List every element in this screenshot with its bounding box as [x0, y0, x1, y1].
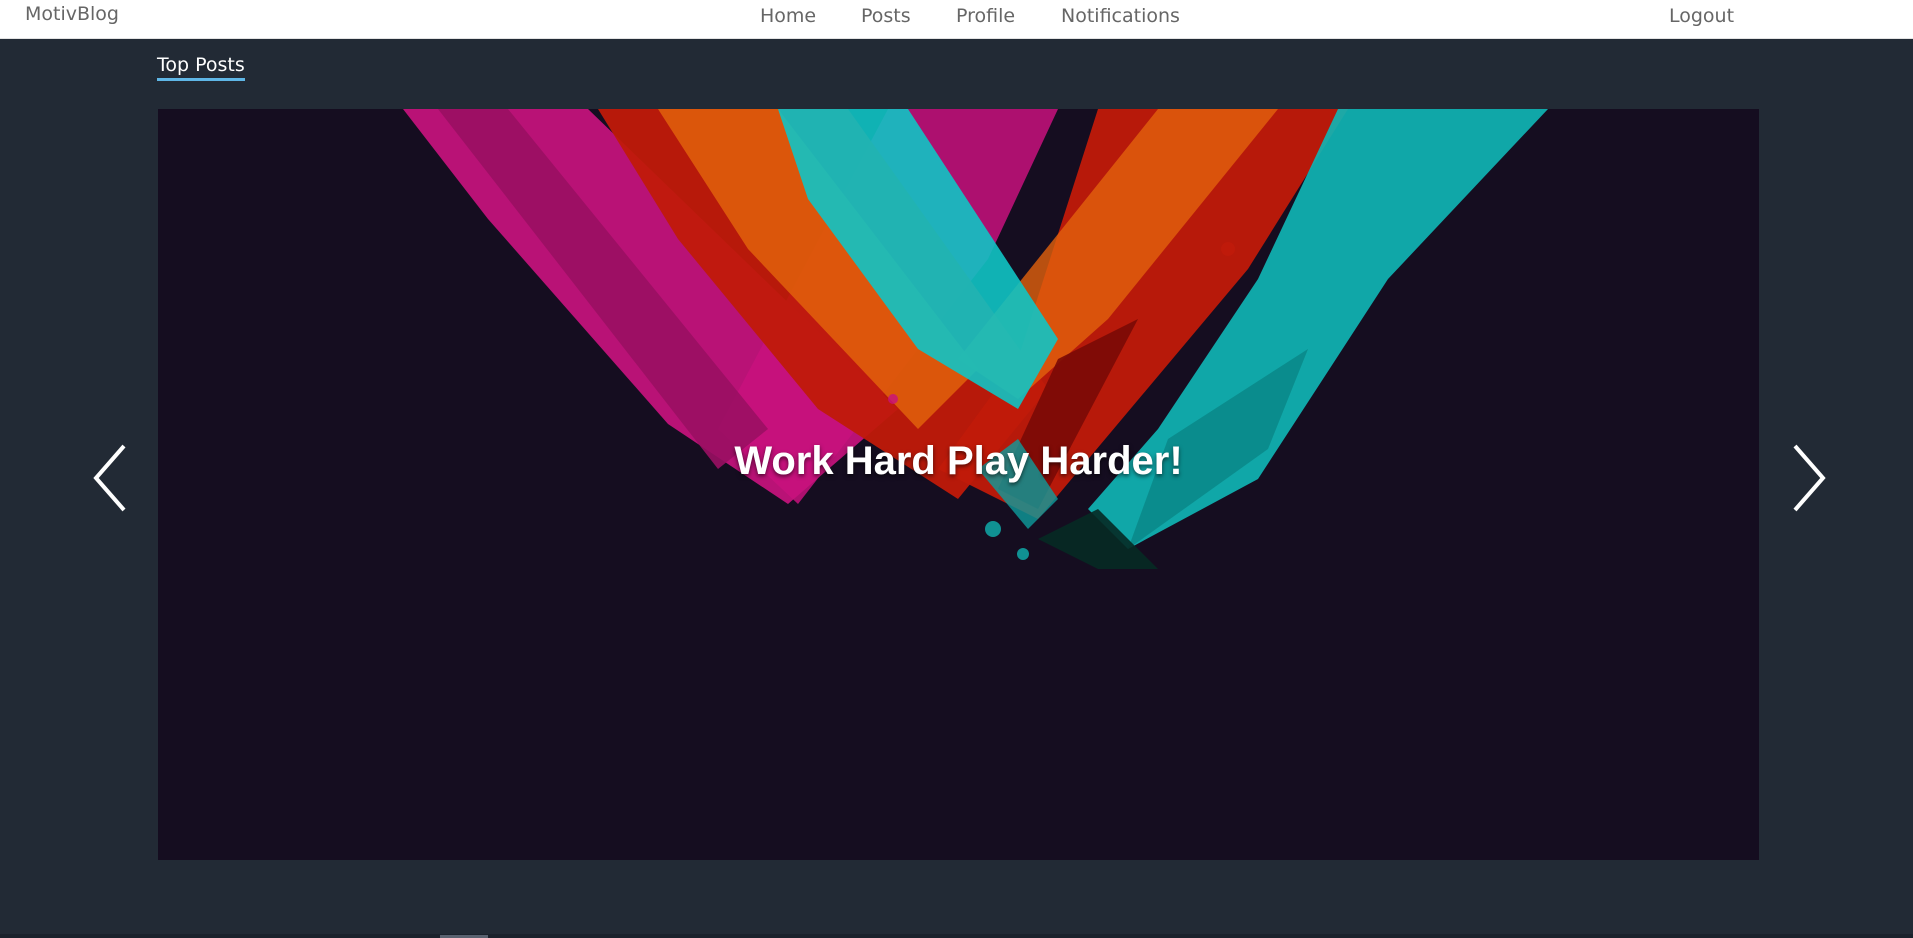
chevron-left-icon — [93, 444, 126, 512]
carousel-caption: Work Hard Play Harder! — [734, 439, 1183, 483]
nav-home-link[interactable]: Home — [760, 5, 816, 27]
carousel-prev-button[interactable] — [90, 440, 134, 516]
nav-links: Home Posts Profile Notifications Logout — [0, 5, 1913, 33]
horizontal-scrollbar[interactable] — [0, 934, 1913, 938]
logout-link[interactable]: Logout — [1669, 5, 1734, 27]
carousel-next-button[interactable] — [1785, 440, 1829, 516]
nav-profile-link[interactable]: Profile — [956, 5, 1015, 27]
top-navbar: MotivBlog Home Posts Profile Notificatio… — [0, 0, 1913, 39]
carousel-slide-image — [403, 109, 1548, 569]
chevron-right-icon — [1793, 444, 1826, 512]
nav-notifications-link[interactable]: Notifications — [1061, 5, 1180, 27]
section-title[interactable]: Top Posts — [157, 54, 245, 81]
top-posts-carousel: Work Hard Play Harder! — [158, 109, 1759, 860]
nav-posts-link[interactable]: Posts — [861, 5, 911, 27]
